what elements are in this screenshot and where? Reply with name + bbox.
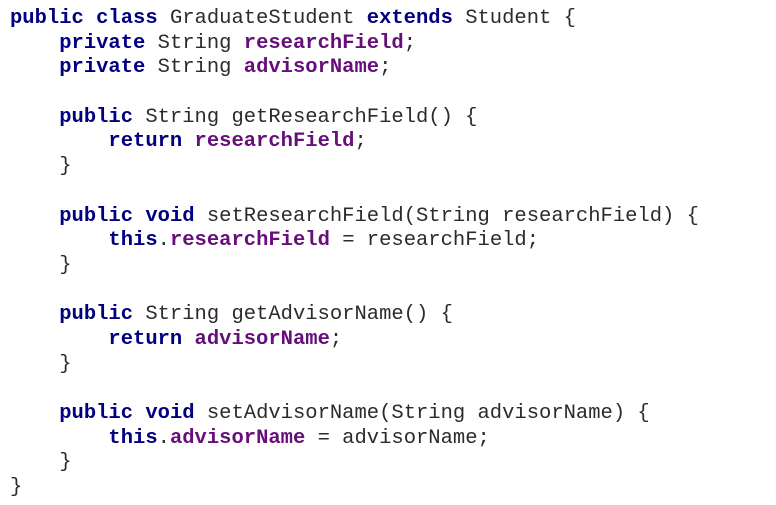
code-token-keyword: public	[10, 7, 84, 30]
code-token-keyword: private	[59, 56, 146, 80]
code-token-keyword: return	[108, 327, 183, 351]
code-token-field: researchField	[243, 31, 404, 55]
code-token-plain: setAdvisorName(String advisorName) {	[194, 402, 650, 425]
code-token-field: advisorName	[169, 426, 306, 450]
code-token-plain: .	[157, 426, 170, 450]
code-token-plain: ;	[379, 56, 392, 80]
code-line[interactable]: public String getAdvisorName() {	[10, 303, 699, 328]
code-line[interactable]: }	[10, 254, 699, 279]
code-line[interactable]: public String getResearchField() {	[10, 106, 699, 131]
code-token-keyword: public	[59, 402, 134, 425]
code-token-keyword: return	[108, 130, 183, 154]
code-token-plain: = researchField;	[329, 229, 540, 253]
code-line[interactable]: this.researchField = researchField;	[10, 229, 699, 254]
code-line[interactable]: public void setResearchField(String rese…	[10, 205, 699, 230]
code-token-plain: = advisorName;	[305, 426, 490, 450]
code-token-plain: Student {	[452, 7, 576, 30]
code-token-plain: String getResearchField() {	[133, 105, 478, 129]
code-token-field: advisorName	[243, 56, 380, 80]
code-token-plain: String	[145, 31, 244, 55]
code-line[interactable]: }	[10, 476, 699, 501]
code-token-field: advisorName	[194, 327, 330, 351]
code-line[interactable]: return advisorName;	[10, 328, 699, 353]
code-token-plain: }	[10, 451, 72, 475]
code-token-keyword: void	[145, 204, 195, 228]
code-token-plain: .	[157, 229, 170, 253]
code-token-plain: GraduateStudent	[157, 7, 367, 30]
code-token-keyword: public	[59, 303, 134, 327]
code-token-keyword: class	[96, 7, 158, 30]
code-line[interactable]: private String advisorName;	[10, 56, 699, 81]
code-editor[interactable]: public class GraduateStudent extends Stu…	[0, 0, 776, 505]
code-token-plain: String getAdvisorName() {	[133, 303, 453, 327]
code-token-keyword: private	[59, 31, 146, 55]
code-line[interactable]: return researchField;	[10, 130, 699, 155]
code-token-field: researchField	[169, 229, 330, 253]
code-token-keyword: public	[59, 204, 134, 228]
code-token-plain: ;	[329, 327, 343, 351]
code-line-empty[interactable]	[10, 180, 699, 205]
code-token-keyword: this	[108, 229, 158, 253]
code-token-keyword: void	[145, 402, 195, 425]
code-token-plain: }	[10, 155, 72, 179]
code-token-keyword: this	[108, 426, 158, 450]
code-line-empty[interactable]	[10, 81, 699, 106]
code-token-plain: ;	[354, 130, 367, 154]
code-block[interactable]: public class GraduateStudent extends Stu…	[10, 7, 699, 501]
code-token-plain: ;	[403, 31, 417, 55]
code-line[interactable]: this.advisorName = advisorName;	[10, 427, 699, 452]
code-token-keyword: public	[59, 105, 134, 129]
code-line-empty[interactable]	[10, 279, 699, 304]
code-line[interactable]: }	[10, 155, 699, 180]
code-token-plain: setResearchField(String researchField) {	[194, 204, 699, 228]
code-line[interactable]: }	[10, 353, 699, 378]
code-token-plain: }	[10, 352, 72, 376]
code-token-plain: }	[10, 253, 72, 277]
code-line-empty[interactable]	[10, 377, 699, 402]
code-line[interactable]: public class GraduateStudent extends Stu…	[10, 7, 699, 32]
code-line[interactable]: private String researchField;	[10, 32, 699, 57]
code-line[interactable]: }	[10, 451, 699, 476]
code-line[interactable]: public void setAdvisorName(String adviso…	[10, 402, 699, 427]
code-token-plain: }	[10, 476, 23, 500]
code-token-plain: String	[145, 56, 244, 80]
code-token-keyword: extends	[366, 7, 453, 30]
code-token-field: researchField	[194, 130, 355, 154]
